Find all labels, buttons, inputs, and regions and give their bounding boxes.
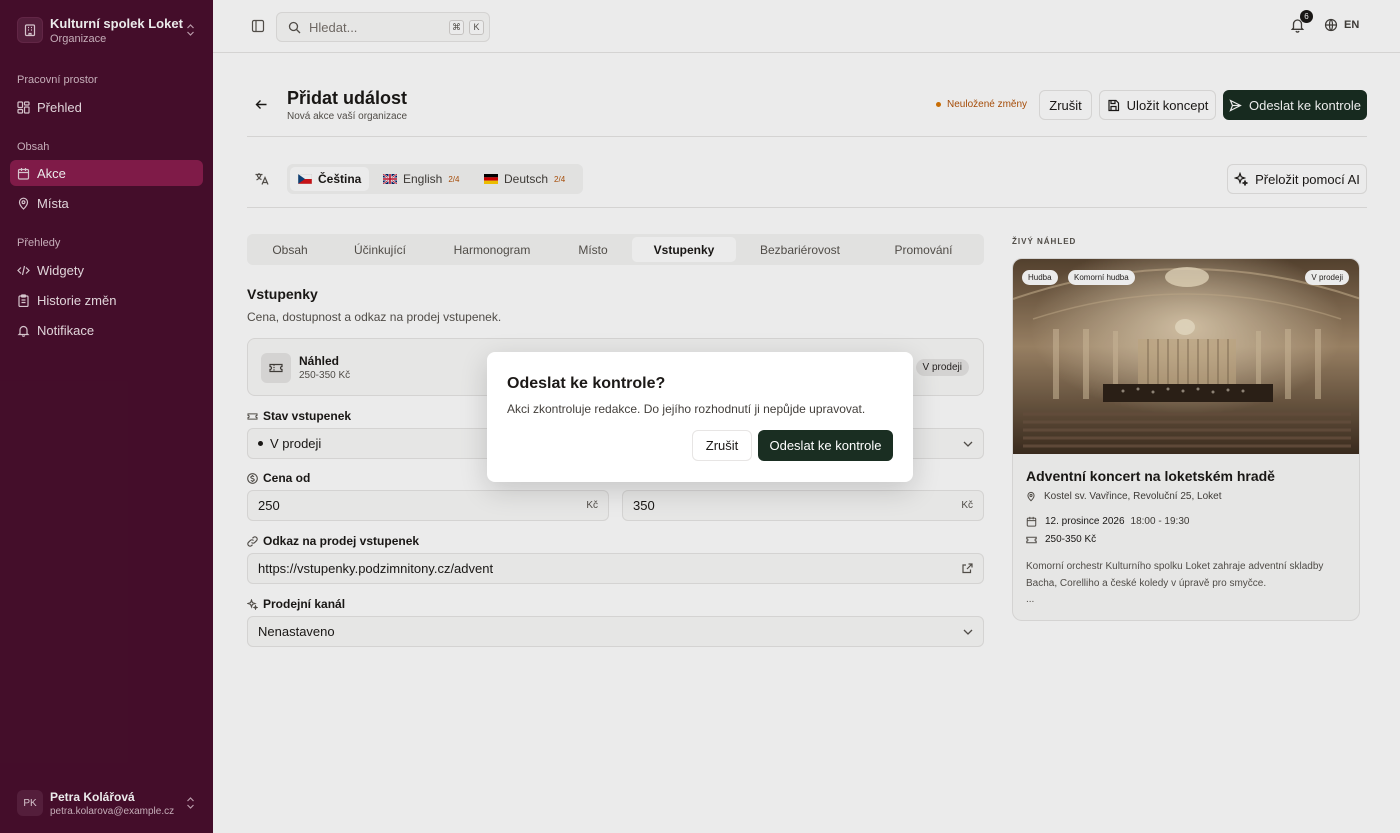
dialog-cancel-button[interactable]: Zrušit: [692, 430, 752, 461]
dialog-confirm-button[interactable]: Odeslat ke kontrole: [758, 430, 893, 461]
dialog-text: Akci zkontroluje redakce. Do jejího rozh…: [507, 402, 866, 416]
dialog-cancel-label: Zrušit: [705, 438, 739, 453]
dialog-title: Odeslat ke kontrole?: [507, 375, 666, 392]
confirm-dialog: Odeslat ke kontrole? Akci zkontroluje re…: [487, 352, 913, 482]
dialog-confirm-label: Odeslat ke kontrole: [769, 438, 882, 453]
